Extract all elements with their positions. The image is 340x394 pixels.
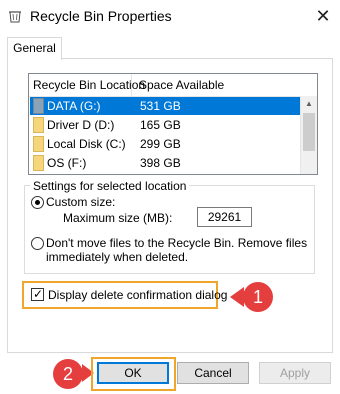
callout-badge-2: 2 <box>53 359 83 389</box>
ok-button[interactable]: OK <box>97 362 169 384</box>
column-header-location[interactable]: Recycle Bin Location <box>33 78 145 92</box>
drive-space: 299 GB <box>140 137 181 151</box>
list-item[interactable]: DATA (G:) 531 GB <box>30 97 300 115</box>
check-mark-icon: ✓ <box>33 287 44 301</box>
vertical-scrollbar[interactable]: ▲ <box>300 96 317 174</box>
drive-space: 165 GB <box>140 118 181 132</box>
dont-move-files-label-line1[interactable]: Don't move files to the Recycle Bin. Rem… <box>46 236 307 250</box>
confirm-dialog-label[interactable]: Display delete confirmation dialog <box>48 288 227 302</box>
drive-space: 398 GB <box>140 156 181 170</box>
window-title: Recycle Bin Properties <box>30 8 172 24</box>
dont-move-files-label-line2[interactable]: immediately when deleted. <box>46 250 188 264</box>
drive-icon <box>33 136 44 152</box>
title-bar: Recycle Bin Properties ✕ <box>0 0 340 32</box>
max-size-input[interactable]: 29261 <box>197 207 252 227</box>
list-item[interactable]: OS (F:) 398 GB <box>30 154 300 172</box>
drive-icon <box>33 155 44 171</box>
drive-icon <box>33 117 44 133</box>
callout-badge-1: 1 <box>243 282 273 312</box>
settings-group-label: Settings for selected location <box>30 179 190 193</box>
drive-name: Driver D (D:) <box>47 118 115 132</box>
apply-button[interactable]: Apply <box>259 362 331 384</box>
drive-icon <box>33 98 44 114</box>
drive-name: DATA (G:) <box>47 99 101 113</box>
dont-move-files-radio[interactable] <box>31 237 44 250</box>
cancel-button[interactable]: Cancel <box>177 362 249 384</box>
drive-name: OS (F:) <box>47 156 87 170</box>
recycle-bin-location-list[interactable]: Recycle Bin Location Space Available DAT… <box>28 73 318 175</box>
list-header: Recycle Bin Location Space Available <box>29 74 317 97</box>
scroll-up-arrow-icon[interactable]: ▲ <box>301 96 317 112</box>
callout-pointer <box>230 287 244 307</box>
drive-name: Local Disk (C:) <box>47 137 126 151</box>
radio-selected-dot <box>35 200 40 205</box>
column-header-space[interactable]: Space Available <box>139 78 224 92</box>
max-size-label: Maximum size (MB): <box>63 211 173 225</box>
list-item[interactable]: Local Disk (C:) 299 GB <box>30 135 300 153</box>
tab-general[interactable]: General <box>7 37 62 60</box>
drive-space: 531 GB <box>140 99 181 113</box>
scroll-thumb[interactable] <box>303 113 315 151</box>
close-icon[interactable]: ✕ <box>310 4 336 28</box>
custom-size-label[interactable]: Custom size: <box>46 195 115 209</box>
list-item[interactable]: Driver D (D:) 165 GB <box>30 116 300 134</box>
custom-size-radio[interactable] <box>31 196 44 209</box>
confirm-dialog-checkbox[interactable]: ✓ <box>31 287 44 301</box>
column-separator[interactable] <box>131 74 132 96</box>
recycle-bin-icon <box>8 9 22 23</box>
